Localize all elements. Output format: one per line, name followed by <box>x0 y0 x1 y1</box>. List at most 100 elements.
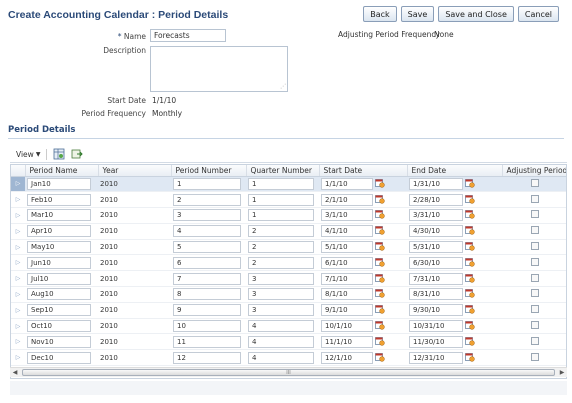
table-row[interactable]: ▷ Oct10 2010 10 4 10/1/10 10/31/10 <box>11 318 566 335</box>
start-date-input[interactable]: 11/1/10 <box>321 335 373 348</box>
start-date-cell[interactable]: 10/1/10 <box>319 318 407 335</box>
calendar-icon[interactable] <box>465 288 475 300</box>
adjusting-period-checkbox[interactable] <box>531 336 539 345</box>
calendar-icon[interactable] <box>375 225 385 237</box>
period-name-cell[interactable]: Jul10 <box>25 270 98 288</box>
scroll-left-icon[interactable]: ◀ <box>10 369 20 376</box>
end-date-cell[interactable]: 5/31/10 <box>407 239 502 256</box>
adjusting-period-checkbox[interactable] <box>531 305 539 314</box>
end-date-input[interactable]: 4/30/10 <box>409 225 463 238</box>
column-header-period-name[interactable]: Period Name <box>25 165 99 177</box>
end-date-input[interactable]: 5/31/10 <box>409 241 463 254</box>
period-number-input[interactable]: 11 <box>173 335 241 348</box>
row-expand-icon[interactable]: ▷ <box>11 286 25 303</box>
end-date-cell[interactable]: 11/30/10 <box>407 333 502 351</box>
period-number-input[interactable]: 1 <box>173 177 241 190</box>
quarter-number-cell[interactable]: 1 <box>246 191 319 209</box>
period-number-cell[interactable]: 11 <box>171 333 246 351</box>
start-date-cell[interactable]: 5/1/10 <box>319 239 407 256</box>
start-date-input[interactable]: 5/1/10 <box>321 241 373 254</box>
table-row[interactable]: ▷ Jul10 2010 7 3 7/1/10 7/31/10 <box>11 270 566 288</box>
table-row[interactable]: ▷ Sep10 2010 9 3 9/1/10 9/30/10 <box>11 302 566 319</box>
period-number-cell[interactable]: 12 <box>171 349 246 367</box>
table-row[interactable]: ▷ Apr10 2010 4 2 4/1/10 4/30/10 <box>11 223 566 240</box>
end-date-input[interactable]: 7/31/10 <box>409 272 463 285</box>
start-date-cell[interactable]: 1/1/10 <box>319 176 407 193</box>
calendar-icon[interactable] <box>375 257 385 269</box>
row-expand-icon[interactable]: ▷ <box>11 349 25 367</box>
calendar-icon[interactable] <box>465 336 475 348</box>
detach-icon[interactable] <box>71 148 84 160</box>
quarter-number-input[interactable]: 2 <box>248 241 314 254</box>
column-header-start-date[interactable]: Start Date <box>319 165 408 177</box>
end-date-input[interactable]: 3/31/10 <box>409 209 463 222</box>
end-date-cell[interactable]: 10/31/10 <box>407 318 502 335</box>
calendar-icon[interactable] <box>465 241 475 253</box>
calendar-icon[interactable] <box>375 194 385 206</box>
period-name-input[interactable]: Feb10 <box>27 193 91 206</box>
quarter-number-input[interactable]: 1 <box>248 209 314 222</box>
row-expand-icon[interactable]: ▷ <box>11 191 25 209</box>
quarter-number-input[interactable]: 3 <box>248 304 314 317</box>
start-date-cell[interactable]: 12/1/10 <box>319 349 407 367</box>
end-date-cell[interactable]: 9/30/10 <box>407 302 502 319</box>
start-date-input[interactable]: 10/1/10 <box>321 320 373 333</box>
period-number-cell[interactable]: 8 <box>171 286 246 303</box>
adjusting-period-checkbox[interactable] <box>531 273 539 282</box>
period-name-input[interactable]: Aug10 <box>27 288 91 301</box>
resize-grip-icon[interactable]: ⋰ <box>280 83 286 90</box>
quarter-number-cell[interactable]: 4 <box>246 333 319 351</box>
quarter-number-input[interactable]: 3 <box>248 288 314 301</box>
adjusting-period-checkbox[interactable] <box>531 242 539 251</box>
calendar-icon[interactable] <box>375 304 385 316</box>
period-number-cell[interactable]: 7 <box>171 270 246 288</box>
calendar-icon[interactable] <box>375 209 385 221</box>
start-date-cell[interactable]: 8/1/10 <box>319 286 407 303</box>
row-expand-icon[interactable]: ▷ <box>11 176 25 193</box>
calendar-icon[interactable] <box>375 352 385 364</box>
quarter-number-cell[interactable]: 2 <box>246 254 319 272</box>
save-and-close-button[interactable]: Save and Close <box>438 6 514 22</box>
period-name-cell[interactable]: Aug10 <box>25 286 98 303</box>
start-date-cell[interactable]: 3/1/10 <box>319 207 407 224</box>
period-name-input[interactable]: Jul10 <box>27 272 91 285</box>
end-date-input[interactable]: 9/30/10 <box>409 304 463 317</box>
period-number-cell[interactable]: 10 <box>171 318 246 335</box>
quarter-number-cell[interactable]: 4 <box>246 318 319 335</box>
start-date-input[interactable]: 7/1/10 <box>321 272 373 285</box>
period-number-input[interactable]: 2 <box>173 193 241 206</box>
end-date-cell[interactable]: 6/30/10 <box>407 254 502 272</box>
start-date-input[interactable]: 12/1/10 <box>321 351 373 364</box>
calendar-icon[interactable] <box>375 178 385 190</box>
start-date-cell[interactable]: 6/1/10 <box>319 254 407 272</box>
period-name-cell[interactable]: Dec10 <box>25 349 98 367</box>
quarter-number-cell[interactable]: 1 <box>246 207 319 224</box>
end-date-input[interactable]: 12/31/10 <box>409 351 463 364</box>
calendar-icon[interactable] <box>465 320 475 332</box>
view-menu[interactable]: View ▼ <box>16 150 40 159</box>
period-name-input[interactable]: Jun10 <box>27 256 91 269</box>
start-date-cell[interactable]: 4/1/10 <box>319 223 407 240</box>
calendar-icon[interactable] <box>375 241 385 253</box>
quarter-number-input[interactable]: 1 <box>248 193 314 206</box>
quarter-number-cell[interactable]: 4 <box>246 349 319 367</box>
period-name-input[interactable]: Oct10 <box>27 320 91 333</box>
period-number-cell[interactable]: 6 <box>171 254 246 272</box>
calendar-icon[interactable] <box>465 257 475 269</box>
calendar-icon[interactable] <box>465 352 475 364</box>
quarter-number-cell[interactable]: 2 <box>246 239 319 256</box>
calendar-icon[interactable] <box>465 194 475 206</box>
row-expand-icon[interactable]: ▷ <box>11 239 25 256</box>
period-number-cell[interactable]: 1 <box>171 176 246 193</box>
period-number-cell[interactable]: 5 <box>171 239 246 256</box>
calendar-icon[interactable] <box>465 178 475 190</box>
end-date-cell[interactable]: 4/30/10 <box>407 223 502 240</box>
quarter-number-cell[interactable]: 2 <box>246 223 319 240</box>
quarter-number-input[interactable]: 2 <box>248 256 314 269</box>
end-date-cell[interactable]: 8/31/10 <box>407 286 502 303</box>
period-number-cell[interactable]: 4 <box>171 223 246 240</box>
end-date-cell[interactable]: 12/31/10 <box>407 349 502 367</box>
calendar-icon[interactable] <box>465 273 475 285</box>
period-number-input[interactable]: 8 <box>173 288 241 301</box>
description-field[interactable]: ⋰ <box>150 46 288 92</box>
